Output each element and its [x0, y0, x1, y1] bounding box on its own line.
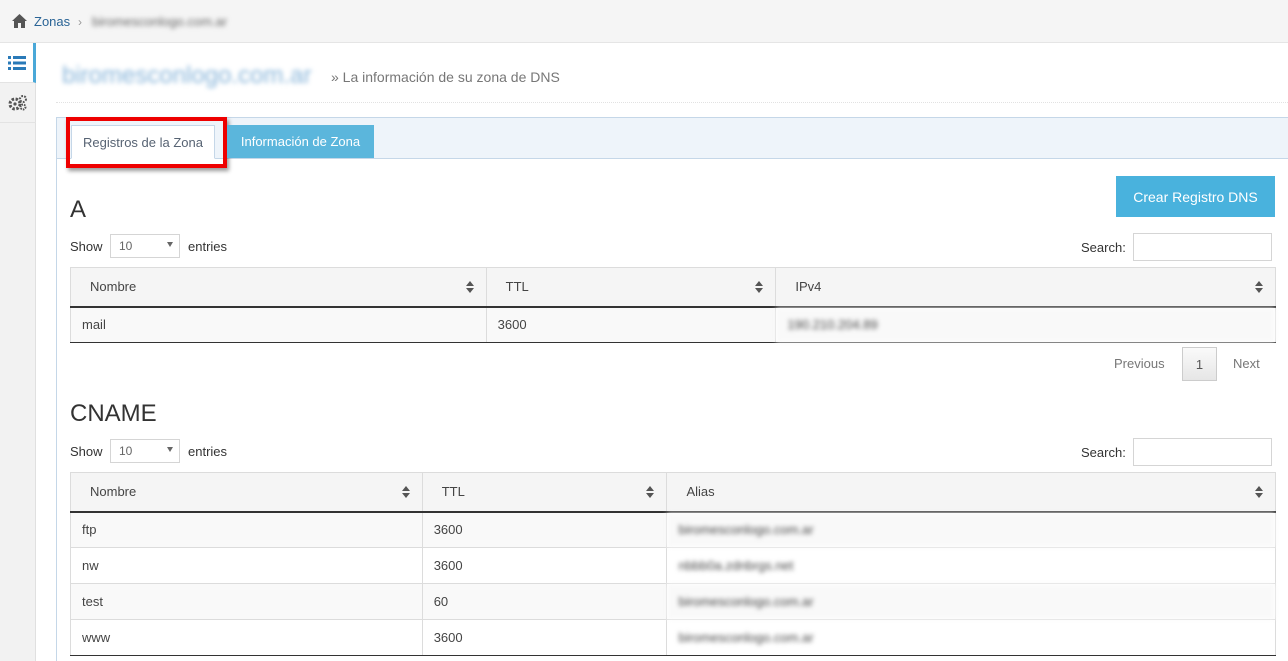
- column-header-label: Alias: [686, 484, 715, 500]
- cell-ttl: 3600: [421, 547, 668, 584]
- column-header-label: TTL: [505, 279, 529, 295]
- column-header-nombre[interactable]: Nombre: [70, 472, 423, 513]
- table-row: www 3600 biromesconlogo.com.ar: [70, 619, 1276, 656]
- section-cname-entries-label: entries: [188, 444, 228, 459]
- sort-icon: [465, 281, 474, 293]
- pagination-next[interactable]: Next: [1233, 356, 1260, 371]
- section-cname-search-label: Search:: [1081, 445, 1126, 460]
- section-a-search-input[interactable]: [1133, 233, 1272, 261]
- cell-alias: nbbb0a.zdnbrgs.net: [666, 547, 1276, 584]
- zone-panel: Registros de la Zona Información de Zona…: [56, 117, 1288, 661]
- cell-ttl: 3600: [421, 511, 668, 548]
- page-subtitle: » La información de su zona de DNS: [331, 69, 560, 85]
- gears-icon: [8, 94, 27, 110]
- section-a-title: A: [70, 196, 87, 223]
- tab-registros[interactable]: Registros de la Zona: [71, 125, 215, 159]
- table-row: mail 3600 190.210.204.89: [70, 306, 1276, 343]
- pagination-previous[interactable]: Previous: [1114, 356, 1165, 371]
- section-cname-title: CNAME: [70, 400, 157, 427]
- list-icon: [7, 55, 26, 70]
- cell-ttl: 3600: [485, 306, 777, 343]
- section-cname-search-input[interactable]: [1133, 438, 1272, 466]
- chevron-down-icon: [167, 447, 173, 452]
- sidebar: [0, 43, 36, 661]
- cell-nombre: ftp: [70, 511, 423, 548]
- cell-alias: biromesconlogo.com.ar: [666, 583, 1276, 620]
- column-header-label: TTL: [441, 484, 465, 500]
- section-cname-table: Nombre TTL Alias ftp 3600 biromesconlogo…: [70, 472, 1276, 656]
- tab-bar: Registros de la Zona Información de Zona: [57, 117, 1288, 168]
- table-row: nw 3600 nbbb0a.zdnbrgs.net: [70, 547, 1276, 584]
- sort-icon: [401, 486, 410, 498]
- sort-icon: [755, 281, 764, 293]
- breadcrumb-current: biromesconlogo.com.ar: [92, 14, 228, 29]
- breadcrumb-bar: Zonas › biromesconlogo.com.ar: [0, 0, 1288, 43]
- section-a-entries-label: entries: [188, 239, 228, 254]
- cell-nombre: test: [70, 583, 423, 620]
- sidebar-item-settings[interactable]: [0, 83, 36, 123]
- column-header-nombre[interactable]: Nombre: [70, 267, 487, 308]
- sort-icon: [1255, 281, 1263, 293]
- tab-informacion[interactable]: Información de Zona: [227, 125, 374, 158]
- column-header-label: Nombre: [90, 279, 137, 295]
- table-row: test 60 biromesconlogo.com.ar: [70, 583, 1276, 620]
- cell-ttl: 60: [421, 583, 668, 620]
- section-cname-entries-value: 10: [119, 444, 133, 458]
- column-header-ipv4[interactable]: IPv4: [775, 267, 1276, 308]
- breadcrumb-zonas-link[interactable]: Zonas: [34, 14, 70, 29]
- section-cname-show-label: Show: [70, 444, 103, 459]
- section-a-show-label: Show: [70, 239, 103, 254]
- cell-nombre: mail: [70, 306, 487, 343]
- cell-nombre: nw: [70, 547, 423, 584]
- home-icon[interactable]: [11, 13, 28, 29]
- column-header-ttl[interactable]: TTL: [485, 267, 777, 308]
- section-cname-entries-select[interactable]: 10: [110, 439, 180, 463]
- column-header-label: Nombre: [90, 484, 137, 500]
- cell-alias: biromesconlogo.com.ar: [666, 511, 1276, 548]
- section-a-search-label: Search:: [1081, 240, 1126, 255]
- cell-ttl: 3600: [421, 619, 668, 656]
- section-a-entries-value: 10: [119, 239, 133, 253]
- breadcrumb-separator: ›: [78, 15, 82, 29]
- divider: [56, 102, 1288, 103]
- create-dns-record-button[interactable]: Crear Registro DNS: [1116, 176, 1275, 217]
- cell-ipv4: 190.210.204.89: [775, 306, 1276, 343]
- section-a-table: Nombre TTL IPv4 mail 3600 190.210.204.89: [70, 267, 1276, 343]
- pagination-page-1[interactable]: 1: [1182, 347, 1217, 381]
- sort-icon: [646, 486, 655, 498]
- table-row: ftp 3600 biromesconlogo.com.ar: [70, 511, 1276, 548]
- section-a-entries-select[interactable]: 10: [110, 234, 180, 258]
- column-header-alias[interactable]: Alias: [666, 472, 1276, 513]
- sidebar-item-list[interactable]: [0, 43, 36, 83]
- sort-icon: [1255, 486, 1263, 498]
- chevron-down-icon: [167, 242, 173, 247]
- cell-alias: biromesconlogo.com.ar: [666, 619, 1276, 656]
- cell-nombre: www: [70, 619, 423, 656]
- column-header-ttl[interactable]: TTL: [421, 472, 668, 513]
- column-header-label: IPv4: [795, 279, 822, 295]
- page-title: biromesconlogo.com.ar: [62, 62, 312, 89]
